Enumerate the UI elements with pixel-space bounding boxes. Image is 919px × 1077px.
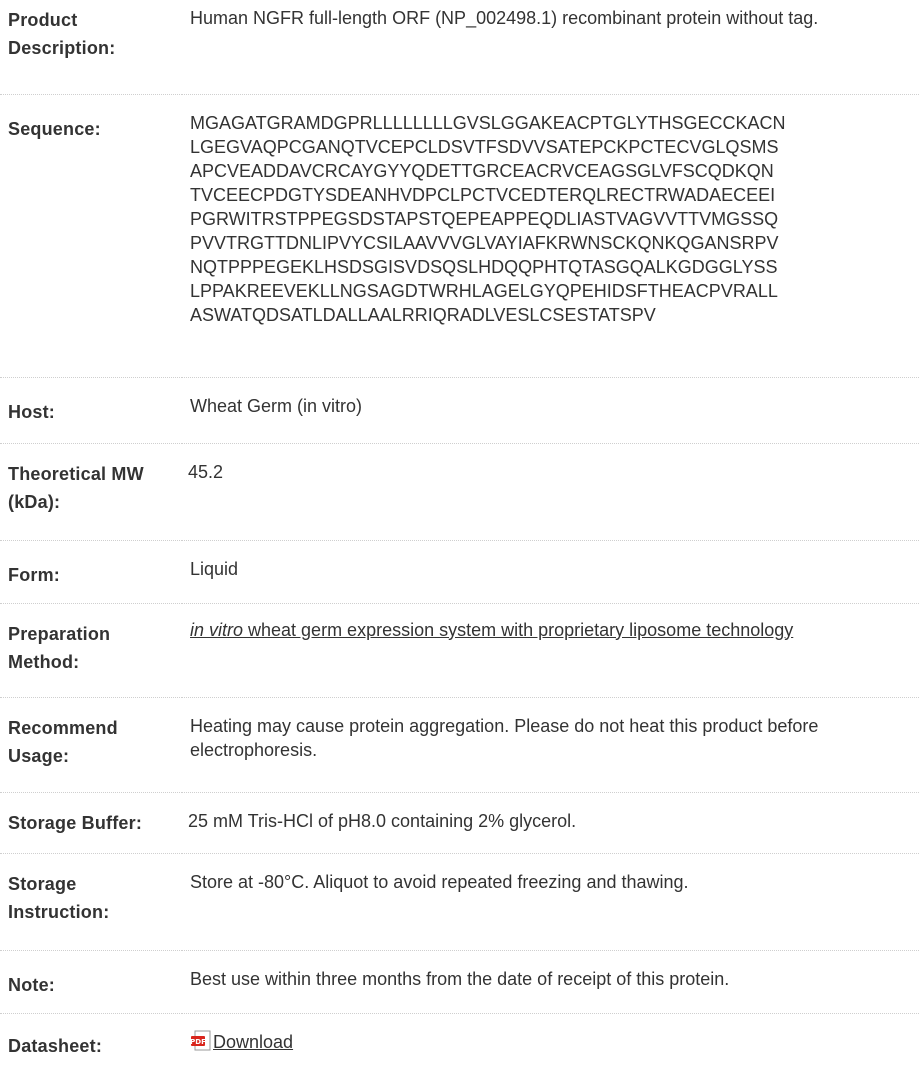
sequence-line: PGRWITRSTPPEGSDSTAPSTQEPEAPPEQDLIASTVAGV… [190, 208, 779, 229]
spec-row-description: Product Description: Human NGFR full-len… [0, 0, 919, 95]
spec-row-note: Note: Best use within three months from … [0, 950, 919, 1014]
sequence-line: ASWATQDSATLDALLAALRRIQRADLVESLCSESTATSPV [190, 304, 656, 325]
spec-label: Product Description: [0, 0, 182, 95]
datasheet-value: PDF Download [182, 1013, 919, 1073]
spec-row-datasheet: Datasheet: PDF Download [0, 1013, 919, 1073]
spec-value: 45.2 [182, 443, 919, 541]
spec-row-host: Host: Wheat Germ (in vitro) [0, 377, 919, 444]
download-link[interactable]: Download [213, 1032, 293, 1052]
spec-label: Sequence: [0, 94, 182, 378]
spec-row-usage: Recommend Usage: Heating may cause prote… [0, 697, 919, 793]
spec-label: Note: [0, 950, 182, 1014]
spec-row-buffer: Storage Buffer: 25 mM Tris-HCl of pH8.0 … [0, 792, 919, 854]
spec-label: Theoretical MW (kDa): [0, 443, 182, 541]
pdf-icon[interactable]: PDF [190, 1030, 212, 1052]
spec-row-form: Form: Liquid [0, 540, 919, 604]
spec-row-storage: Storage Instruction: Store at -80°C. Ali… [0, 853, 919, 951]
sequence-line: TVCEECPDGTYSDEANHVDPCLPCTVCEDTERQLRECTRW… [190, 184, 776, 205]
spec-value: Store at -80°C. Aliquot to avoid repeate… [182, 853, 919, 951]
in-vitro-text: in vitro [190, 619, 244, 640]
spec-row-preparation: Preparation Method: in vitro wheat germ … [0, 603, 919, 698]
sequence-line: PVVTRGTTDNLIPVYCSILAAVVVGLVAYIAFKRWNSCKQ… [190, 232, 779, 253]
spec-label: Form: [0, 540, 182, 604]
sequence-line: LGEGVAQPCGANQTVCEPCLDSVTFSDVVSATEPCKPCTE… [190, 136, 779, 157]
spec-label: Storage Instruction: [0, 853, 182, 951]
spec-value: Liquid [182, 540, 919, 604]
product-spec-table: Product Description: Human NGFR full-len… [0, 0, 919, 1073]
preparation-text: wheat germ expression system with propri… [243, 619, 794, 640]
spec-value: Heating may cause protein aggregation. P… [182, 697, 919, 793]
preparation-method-link[interactable]: in vitro wheat germ expression system wi… [190, 620, 793, 640]
preparation-value: in vitro wheat germ expression system wi… [182, 603, 919, 698]
sequence-value: MGAGATGRAMDGPRLLLLLLLLGVSLGGAKEACPTGLYTH… [182, 94, 919, 378]
sequence-line: MGAGATGRAMDGPRLLLLLLLLGVSLGGAKEACPTGLYTH… [190, 112, 786, 133]
svg-text:PDF: PDF [190, 1038, 206, 1046]
spec-value: Best use within three months from the da… [182, 950, 919, 1014]
spec-label: Host: [0, 377, 182, 444]
spec-row-mw: Theoretical MW (kDa): 45.2 [0, 443, 919, 541]
spec-value: Human NGFR full-length ORF (NP_002498.1)… [182, 0, 919, 95]
sequence-line: LPPAKREEVEKLLNGSAGDTWRHLAGELGYQPEHIDSFTH… [190, 280, 778, 301]
sequence-line: APCVEADDAVCRCAYGYYQDETTGRCEACRVCEAGSGLVF… [190, 160, 774, 181]
spec-row-sequence: Sequence: MGAGATGRAMDGPRLLLLLLLLGVSLGGAK… [0, 94, 919, 378]
spec-label: Datasheet: [8, 1035, 103, 1056]
spec-label: Recommend Usage: [0, 697, 182, 793]
spec-label: Preparation Method: [0, 603, 182, 698]
spec-value: Wheat Germ (in vitro) [182, 377, 919, 444]
spec-label: Storage Buffer: [0, 792, 182, 854]
sequence-line: NQTPPPEGEKLHSDSGISVDSQSLHDQQPHTQTASGQALK… [190, 256, 778, 277]
spec-value: 25 mM Tris-HCl of pH8.0 containing 2% gl… [182, 792, 919, 854]
